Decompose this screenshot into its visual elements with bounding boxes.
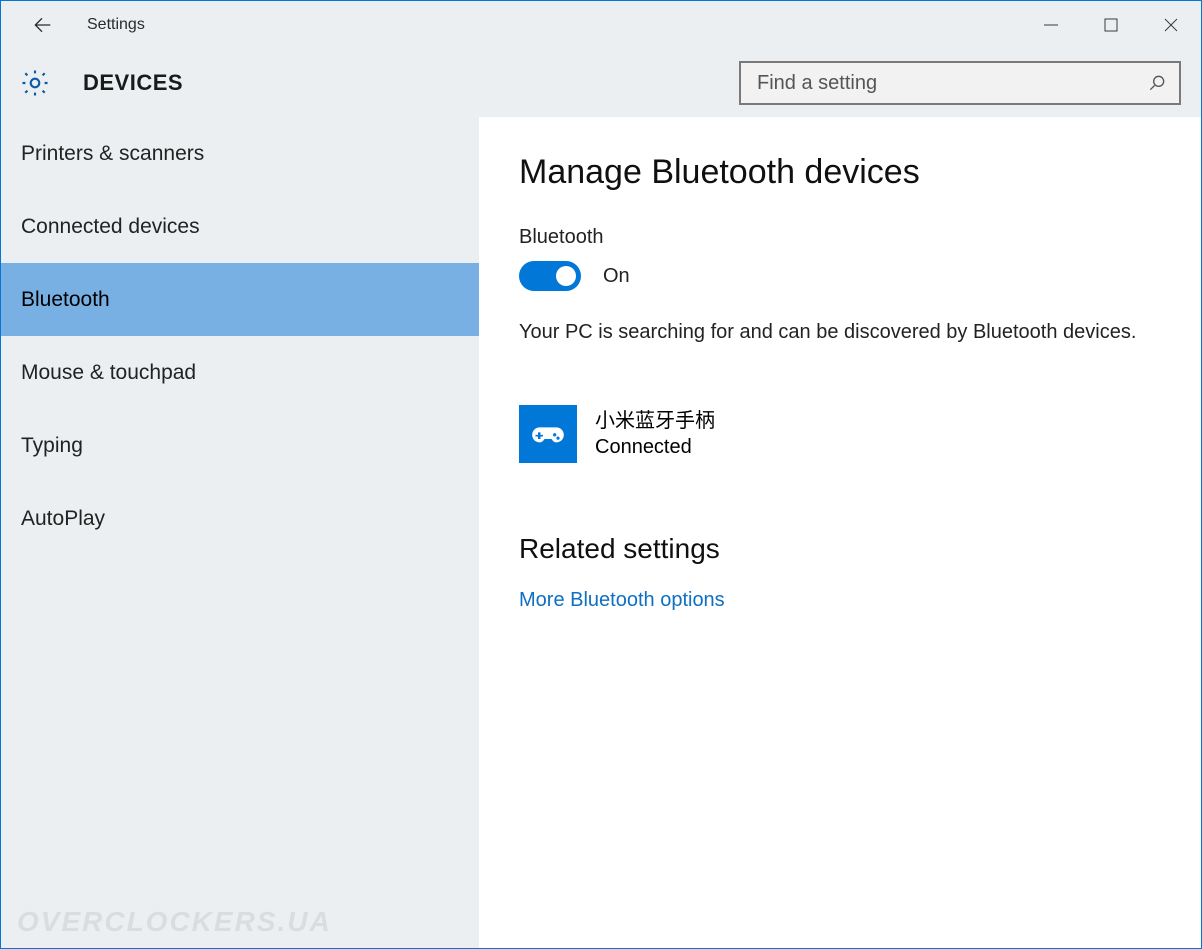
sidebar-item-connected-devices[interactable]: Connected devices: [1, 190, 479, 263]
device-info: 小米蓝牙手柄 Connected: [595, 408, 715, 460]
window-title: Settings: [87, 16, 145, 34]
search-icon: [1147, 73, 1167, 93]
maximize-button[interactable]: [1081, 1, 1141, 49]
device-name: 小米蓝牙手柄: [595, 408, 715, 434]
sidebar-item-printers[interactable]: Printers & scanners: [1, 117, 479, 190]
search-input[interactable]: [755, 71, 1147, 96]
minimize-icon: [1044, 18, 1058, 32]
content-pane: Manage Bluetooth devices Bluetooth On Yo…: [479, 117, 1201, 948]
related-settings-heading: Related settings: [519, 533, 1161, 565]
close-button[interactable]: [1141, 1, 1201, 49]
sidebar-item-mouse-touchpad[interactable]: Mouse & touchpad: [1, 336, 479, 409]
sidebar-item-label: AutoPlay: [21, 507, 105, 531]
close-icon: [1164, 18, 1178, 32]
section-header: DEVICES: [1, 49, 1201, 117]
window-controls: [1021, 1, 1201, 49]
bluetooth-toggle[interactable]: [519, 261, 581, 291]
back-button[interactable]: [25, 8, 59, 42]
toggle-label: Bluetooth: [519, 226, 1161, 249]
device-item[interactable]: 小米蓝牙手柄 Connected: [519, 405, 1161, 463]
sidebar-item-typing[interactable]: Typing: [1, 409, 479, 482]
arrow-left-icon: [32, 15, 52, 35]
sidebar: Printers & scanners Connected devices Bl…: [1, 117, 479, 948]
more-bluetooth-options-link[interactable]: More Bluetooth options: [519, 589, 1161, 612]
toggle-state: On: [603, 265, 630, 288]
maximize-icon: [1104, 18, 1118, 32]
device-status: Connected: [595, 434, 715, 460]
search-box[interactable]: [739, 61, 1181, 105]
sidebar-item-bluetooth[interactable]: Bluetooth: [1, 263, 479, 336]
toggle-knob: [556, 266, 576, 286]
gear-icon: [19, 67, 51, 99]
status-text: Your PC is searching for and can be disc…: [519, 317, 1161, 347]
gamepad-icon: [519, 405, 577, 463]
main-area: Printers & scanners Connected devices Bl…: [1, 117, 1201, 948]
titlebar: Settings: [1, 1, 1201, 49]
sidebar-item-autoplay[interactable]: AutoPlay: [1, 482, 479, 555]
sidebar-item-label: Typing: [21, 434, 83, 458]
sidebar-item-label: Connected devices: [21, 215, 200, 239]
bluetooth-toggle-row: On: [519, 261, 1161, 291]
page-title: Manage Bluetooth devices: [519, 153, 1161, 192]
minimize-button[interactable]: [1021, 1, 1081, 49]
sidebar-item-label: Mouse & touchpad: [21, 361, 196, 385]
sidebar-item-label: Printers & scanners: [21, 142, 204, 166]
section-title: DEVICES: [83, 70, 183, 96]
sidebar-item-label: Bluetooth: [21, 288, 110, 312]
